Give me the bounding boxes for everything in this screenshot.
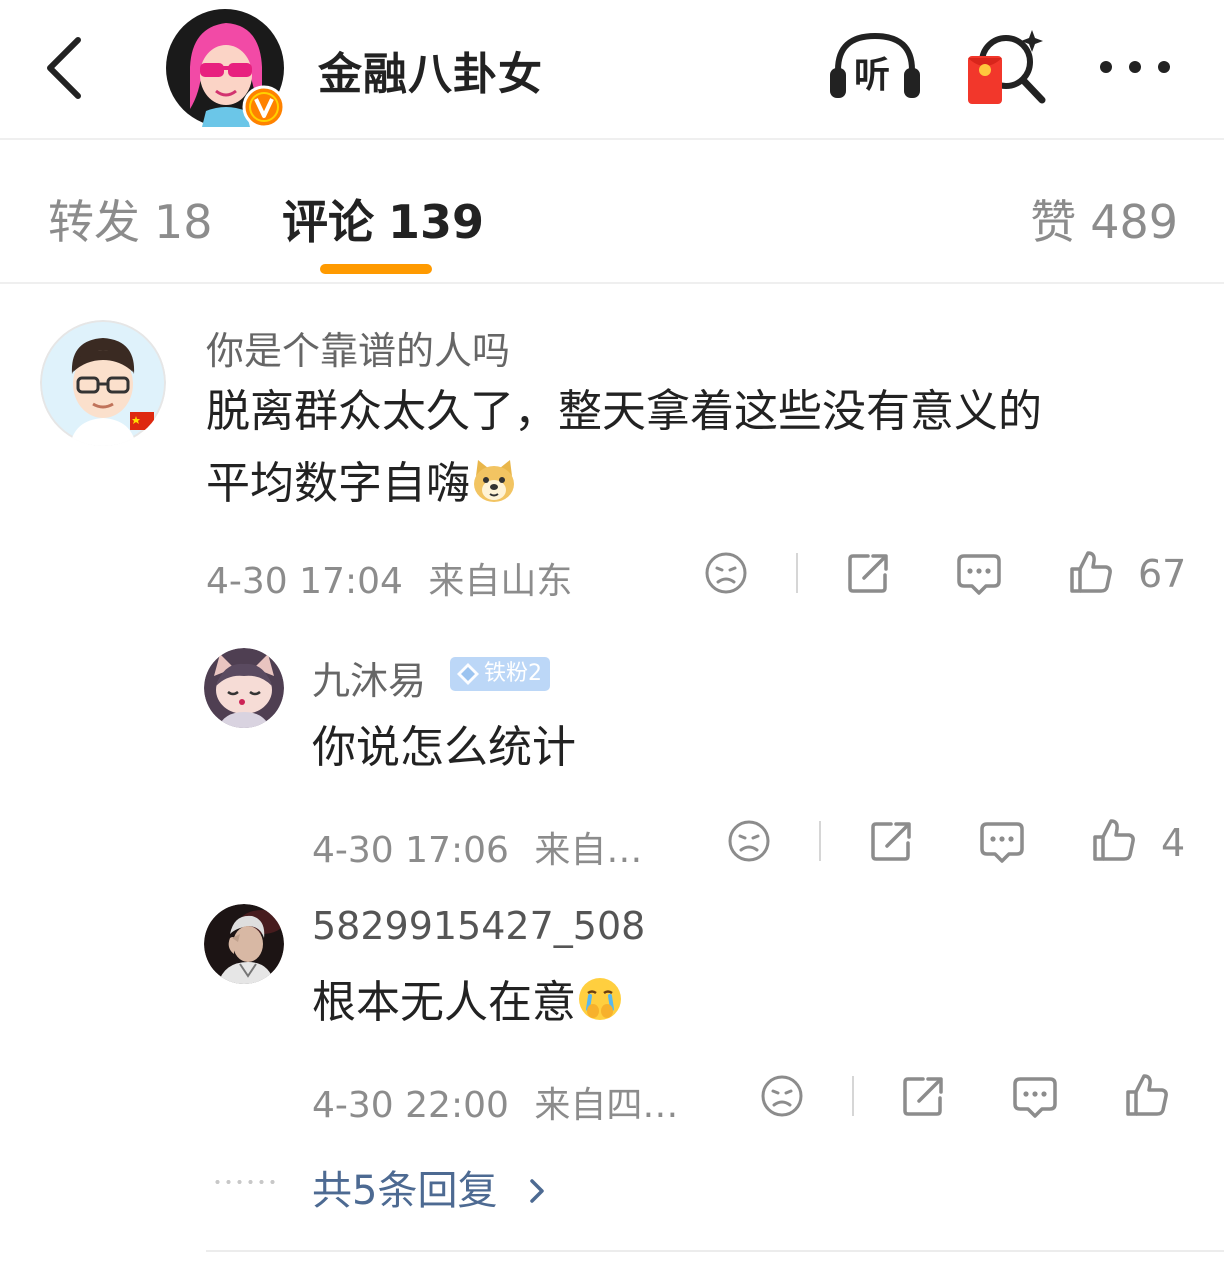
listen-label: 听 [854, 55, 891, 96]
replier-avatar-image [204, 904, 284, 984]
sad-face-icon [705, 552, 747, 594]
comment-bubble-icon [957, 554, 1001, 595]
view-all-replies-link[interactable]: 共5条回复 [312, 1158, 552, 1216]
reply-button[interactable] [956, 551, 1002, 601]
tab-reposts-count: 18 [154, 195, 213, 249]
active-tab-indicator [320, 264, 432, 274]
tab-likes[interactable]: 赞 489 [1030, 186, 1178, 252]
comment-text-line-2-text: 平均数字自嗨 [206, 458, 470, 509]
reply-button[interactable] [979, 819, 1025, 869]
chevron-right-icon [530, 1179, 544, 1203]
like-button[interactable] [1124, 1072, 1170, 1122]
more-options-button[interactable] [1094, 50, 1176, 84]
share-icon [848, 554, 888, 593]
diamond-icon [457, 663, 479, 685]
replier-avatar[interactable] [204, 648, 284, 728]
replier-avatar[interactable] [204, 904, 284, 984]
thumbs-up-icon [1070, 551, 1112, 593]
reply-username[interactable]: 5829915427_508 [312, 904, 645, 948]
thumbs-up-icon [1093, 819, 1135, 861]
tab-comments-count: 139 [388, 195, 485, 249]
action-divider [819, 821, 821, 861]
reply-time: 4-30 17:06 [312, 830, 509, 871]
reply-meta: 4-30 17:06 来自… [312, 821, 642, 873]
sad-face-icon [728, 820, 770, 862]
listen-button[interactable]: 听 [828, 30, 922, 102]
like-count: 4 [1161, 821, 1186, 865]
thumbs-up-icon [1126, 1074, 1168, 1116]
share-button[interactable] [901, 1074, 945, 1122]
crying-cover-mouth-emoji [576, 973, 624, 1045]
red-packet-search-icon [968, 30, 1046, 104]
sad-face-icon [761, 1075, 803, 1117]
reply-text-content: 根本无人在意 [312, 977, 576, 1028]
comment-text-line: 脱离群众太久了，整天拿着这些没有意义的 [206, 386, 1042, 437]
thread-dots [212, 1180, 278, 1184]
fan-level-label: 铁粉2 [484, 661, 542, 686]
like-button[interactable] [1068, 549, 1114, 599]
comment-username[interactable]: 你是个靠谱的人吗 [206, 320, 510, 375]
comment-meta: 4-30 17:04 来自山东 [206, 552, 572, 604]
reply-text: 你说怎么统计 [312, 722, 576, 773]
profile-avatar[interactable] [166, 9, 286, 129]
dislike-button[interactable] [704, 551, 748, 599]
share-button[interactable] [869, 819, 913, 867]
tab-comments[interactable]: 评论 139 [282, 186, 484, 252]
back-button[interactable] [38, 34, 98, 102]
tab-likes-count: 489 [1090, 195, 1178, 249]
fan-level-badge: 铁粉2 [450, 657, 550, 691]
comment-time: 4-30 17:04 [206, 561, 403, 602]
red-packet-search-button[interactable] [966, 28, 1048, 108]
top-bar: 金融八卦女 听 [0, 0, 1224, 140]
tab-reposts-label: 转发 [48, 195, 140, 249]
tab-bar: 转发 18 评论 139 赞 489 [0, 142, 1224, 284]
comment-separator [206, 1250, 1224, 1252]
verified-v-icon [242, 85, 286, 129]
account-name[interactable]: 金融八卦女 [318, 38, 543, 102]
like-count: 67 [1138, 552, 1187, 596]
dislike-button[interactable] [760, 1074, 804, 1122]
view-all-replies-label: 共5条回复 [312, 1168, 498, 1214]
comment-location: 来自山东 [428, 561, 573, 602]
doge-emoji [470, 454, 518, 526]
tab-comments-label: 评论 [282, 195, 374, 249]
commenter-avatar-image [40, 320, 166, 446]
reply-meta: 4-30 22:00 来自四… [312, 1076, 678, 1128]
replier-avatar-image [204, 648, 284, 728]
reply-location: 来自… [534, 830, 643, 871]
tab-likes-label: 赞 [1030, 195, 1077, 249]
comment-bubble-icon [980, 822, 1024, 863]
reply-button[interactable] [1012, 1074, 1058, 1124]
share-icon [871, 822, 911, 861]
action-divider [796, 553, 798, 593]
action-divider [852, 1076, 854, 1116]
comment-bubble-icon [1013, 1077, 1057, 1118]
tab-reposts[interactable]: 转发 18 [48, 186, 213, 252]
comment-text: 脱离群众太久了，整天拿着这些没有意义的 平均数字自嗨 [206, 376, 1196, 526]
more-dots-icon [1100, 61, 1170, 73]
reply-location: 来自四… [534, 1085, 679, 1126]
like-button[interactable] [1091, 817, 1137, 867]
share-button[interactable] [846, 551, 890, 599]
commenter-avatar[interactable] [40, 320, 166, 446]
chevron-left-icon [47, 37, 81, 99]
comment-text-line-2: 平均数字自嗨 [206, 448, 1196, 526]
reply-time: 4-30 22:00 [312, 1085, 509, 1126]
reply-text: 根本无人在意 [312, 967, 624, 1045]
dislike-button[interactable] [727, 819, 771, 867]
share-icon [903, 1077, 943, 1116]
reply-username[interactable]: 九沐易 [312, 650, 426, 705]
